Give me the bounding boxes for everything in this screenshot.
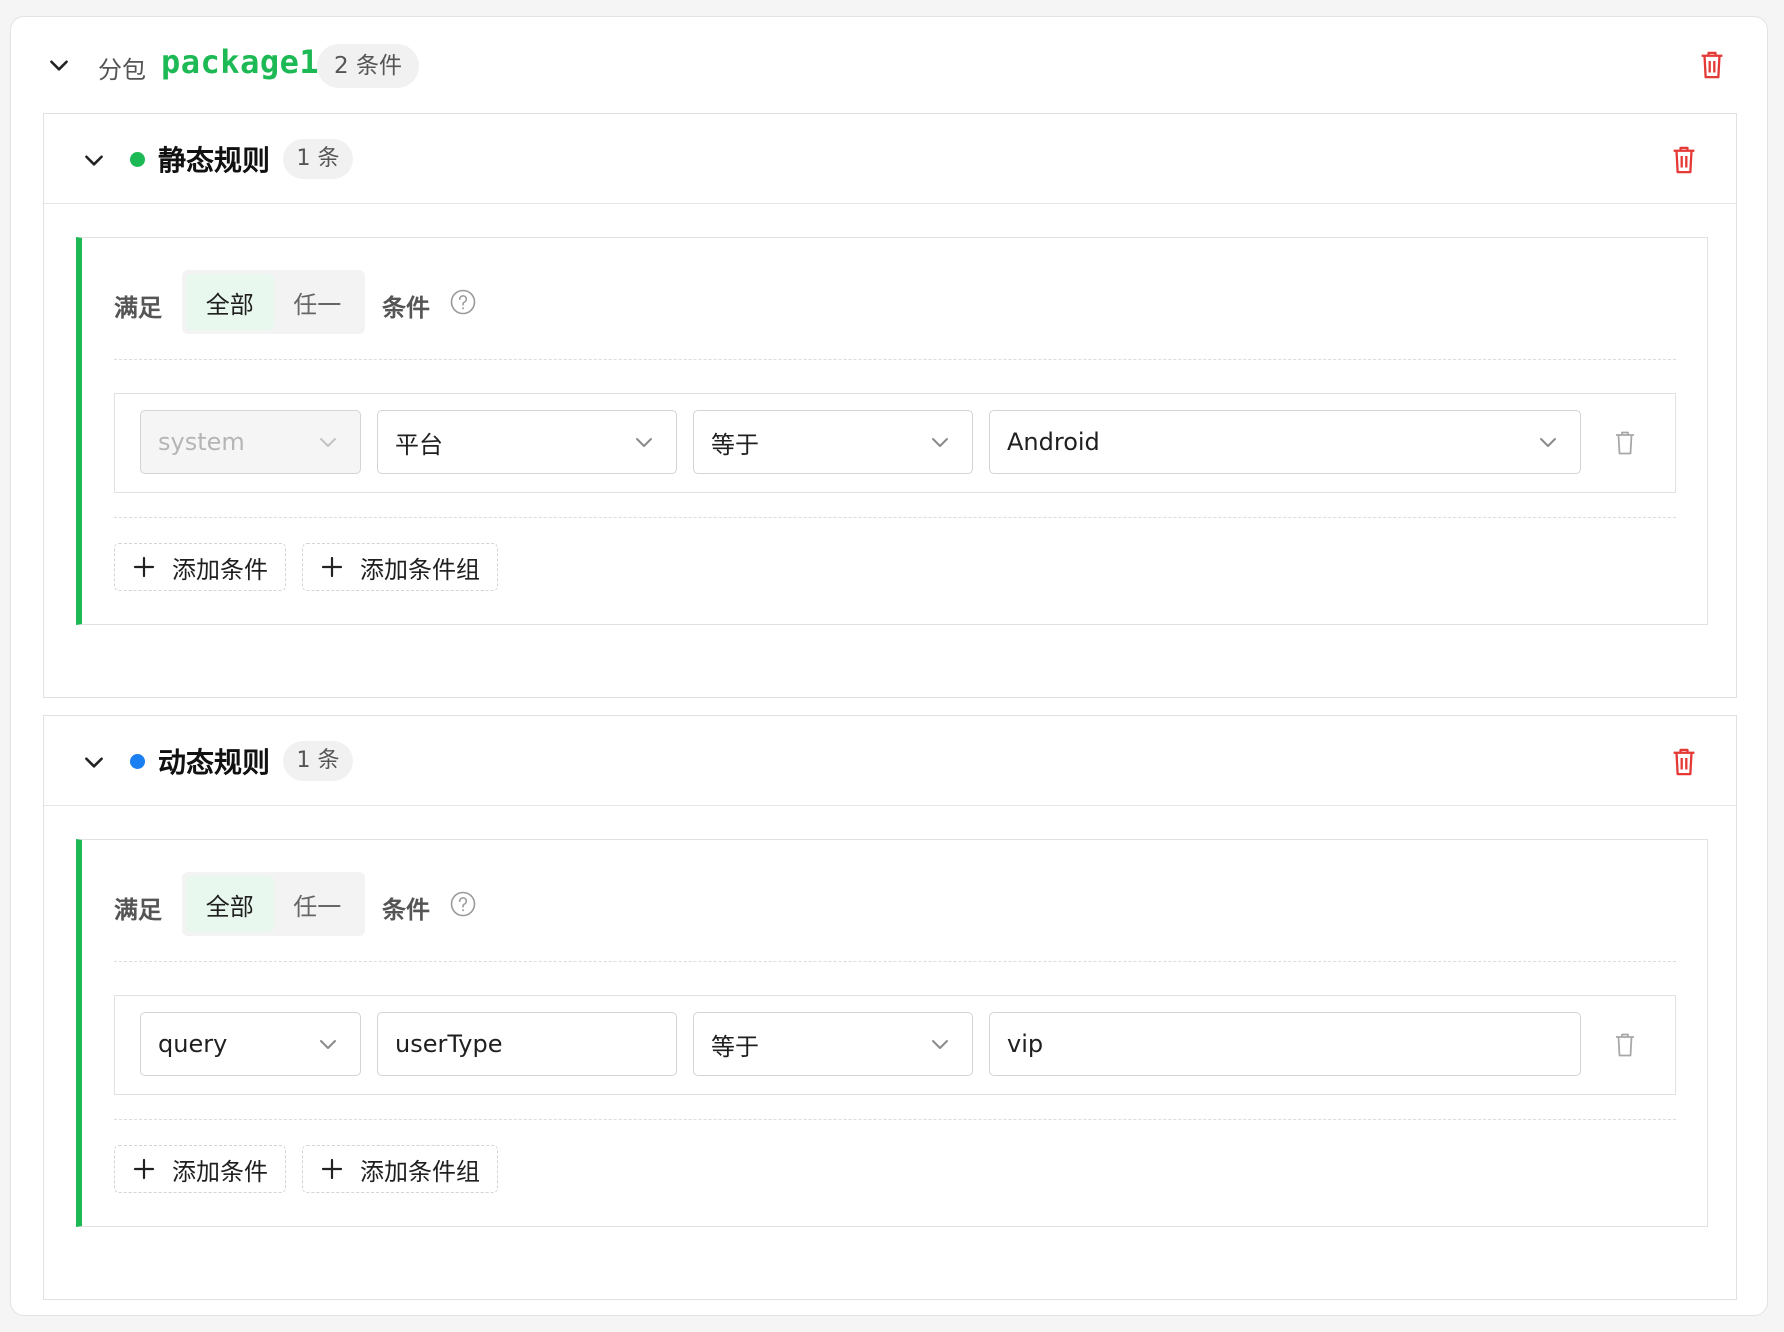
add-condition-label: 添加条件 <box>172 1157 268 1186</box>
divider <box>114 359 1676 360</box>
condition-source-select[interactable]: query <box>140 1012 361 1076</box>
match-mode-toggle: 全部 任一 <box>182 270 365 334</box>
condition-field-value: userType <box>395 1030 503 1058</box>
condition-operator-value: 等于 <box>711 430 759 459</box>
match-mode-all-button[interactable]: 全部 <box>186 876 274 932</box>
condition-value-input[interactable]: vip <box>989 1012 1581 1076</box>
condition-operator-select[interactable]: 等于 <box>693 1012 973 1076</box>
condition-label: 条件 <box>382 896 430 924</box>
source-chevron-down-icon <box>320 438 336 447</box>
dynamic-rule-header: 动态规则 1 条 <box>44 716 1736 806</box>
add-condition-group-button[interactable]: 添加条件组 <box>302 1145 498 1193</box>
condition-row: query userType 等于 vip <box>114 995 1676 1095</box>
static-rule-delete-trash-icon[interactable] <box>1669 144 1699 176</box>
match-mode-any-button[interactable]: 任一 <box>274 876 362 932</box>
package-card: 分包 package1 2 条件 静态规则 1 条 满足 全部 任一 条件 sy… <box>10 16 1768 1316</box>
add-condition-group-button[interactable]: 添加条件组 <box>302 543 498 591</box>
operator-chevron-down-icon <box>932 1040 948 1049</box>
add-condition-button[interactable]: 添加条件 <box>114 543 286 591</box>
field-chevron-down-icon <box>636 438 652 447</box>
divider <box>114 1119 1676 1120</box>
dynamic-condition-group: 满足 全部 任一 条件 query userType 等于 vip 添加条件 添… <box>76 839 1708 1227</box>
condition-source-select: system <box>140 410 361 474</box>
static-condition-group: 满足 全部 任一 条件 system 平台 等于 Android 添加条件 添加… <box>76 237 1708 625</box>
condition-value: Android <box>1007 428 1100 456</box>
divider <box>114 517 1676 518</box>
static-rule-header: 静态规则 1 条 <box>44 114 1736 204</box>
add-condition-group-label: 添加条件组 <box>360 555 480 584</box>
condition-label: 条件 <box>382 294 430 322</box>
package-collapse-chevron-down-icon[interactable] <box>45 51 73 79</box>
static-rule-title: 静态规则 <box>158 144 271 177</box>
match-mode-any-button[interactable]: 任一 <box>274 274 362 330</box>
match-mode-all-button[interactable]: 全部 <box>186 274 274 330</box>
condition-operator-value: 等于 <box>711 1032 759 1061</box>
condition-field-input[interactable]: userType <box>377 1012 677 1076</box>
static-rule-section: 静态规则 1 条 满足 全部 任一 条件 system 平台 等于 Androi… <box>43 113 1737 698</box>
condition-row: system 平台 等于 Android <box>114 393 1676 493</box>
condition-value: vip <box>1007 1030 1044 1058</box>
condition-field-select[interactable]: 平台 <box>377 410 677 474</box>
condition-delete-trash-icon[interactable] <box>1612 1030 1638 1060</box>
plus-icon <box>321 556 343 578</box>
plus-icon <box>133 556 155 578</box>
condition-source-value: system <box>158 428 245 456</box>
static-rule-collapse-chevron-down-icon[interactable] <box>80 146 108 174</box>
operator-chevron-down-icon <box>932 438 948 447</box>
static-rule-status-dot <box>130 152 145 167</box>
dynamic-rule-title: 动态规则 <box>158 746 271 779</box>
condition-delete-trash-icon[interactable] <box>1612 428 1638 458</box>
add-condition-button[interactable]: 添加条件 <box>114 1145 286 1193</box>
help-question-circle-icon[interactable] <box>450 289 476 315</box>
help-question-circle-icon[interactable] <box>450 891 476 917</box>
add-condition-group-label: 添加条件组 <box>360 1157 480 1186</box>
dynamic-rule-collapse-chevron-down-icon[interactable] <box>80 748 108 776</box>
add-condition-label: 添加条件 <box>172 555 268 584</box>
package-name: package1 <box>161 43 320 81</box>
package-delete-trash-icon[interactable] <box>1697 49 1727 81</box>
dynamic-rule-count-badge: 1 条 <box>283 741 353 781</box>
match-mode-toggle: 全部 任一 <box>182 872 365 936</box>
plus-icon <box>133 1158 155 1180</box>
satisfy-label: 满足 <box>114 294 162 322</box>
package-condition-count-badge: 2 条件 <box>317 44 419 88</box>
value-chevron-down-icon <box>1540 438 1556 447</box>
package-header: 分包 package1 2 条件 <box>11 17 1767 113</box>
satisfy-label: 满足 <box>114 896 162 924</box>
dynamic-rule-delete-trash-icon[interactable] <box>1669 746 1699 778</box>
divider <box>114 961 1676 962</box>
condition-operator-select[interactable]: 等于 <box>693 410 973 474</box>
package-label: 分包 <box>98 56 146 84</box>
dynamic-rule-section: 动态规则 1 条 满足 全部 任一 条件 query userType 等于 v… <box>43 715 1737 1300</box>
source-chevron-down-icon <box>320 1040 336 1049</box>
plus-icon <box>321 1158 343 1180</box>
static-rule-count-badge: 1 条 <box>283 139 353 179</box>
condition-value-select[interactable]: Android <box>989 410 1581 474</box>
condition-source-value: query <box>158 1030 228 1058</box>
dynamic-rule-status-dot <box>130 754 145 769</box>
condition-field-value: 平台 <box>395 430 443 459</box>
